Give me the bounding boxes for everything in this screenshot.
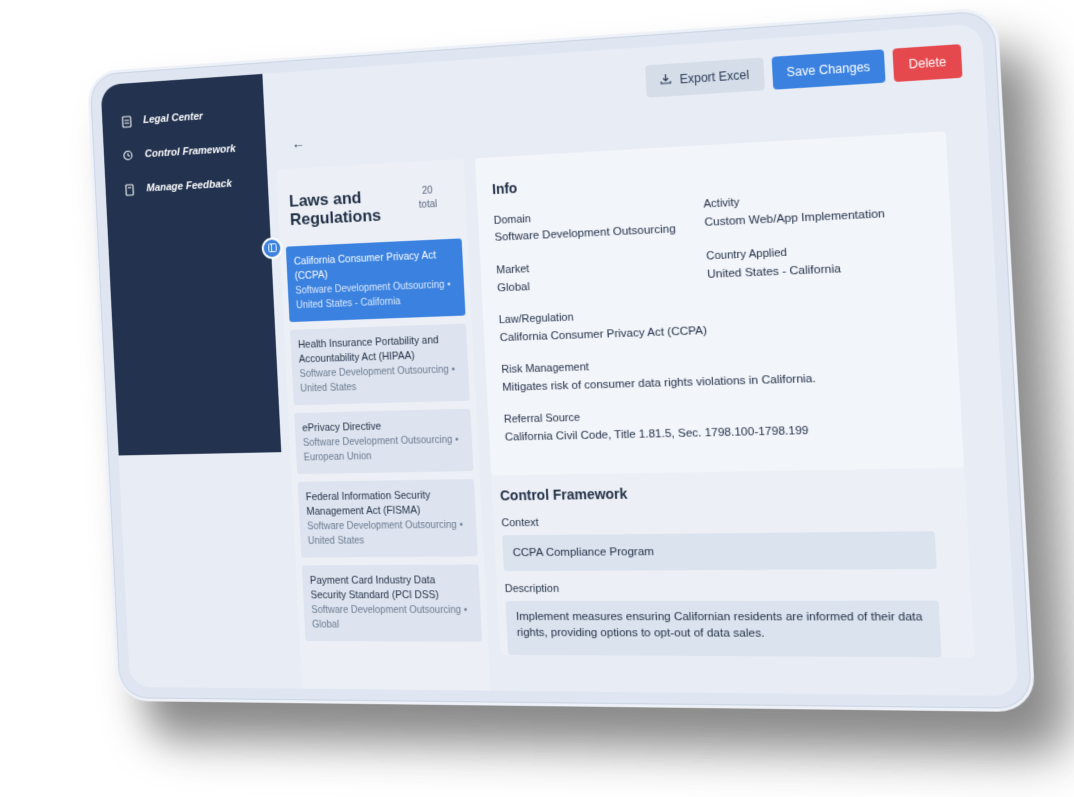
sidebar: Legal Center Control Framework Manage Fe… xyxy=(101,74,282,456)
risk-management-value: Mitigates risk of consumer data rights v… xyxy=(502,373,816,394)
save-changes-button[interactable]: Save Changes xyxy=(771,49,886,89)
activity-label: Activity xyxy=(703,197,740,211)
laws-list-header: Laws and Regulations 20 total xyxy=(276,159,467,247)
delete-button[interactable]: Delete xyxy=(893,44,963,82)
law-meta: Software Development Outsourcing • Europ… xyxy=(303,433,466,466)
market-value: Global xyxy=(497,281,530,294)
info-title: Info xyxy=(492,180,518,197)
law-meta: Software Development Outsourcing • Unite… xyxy=(299,362,461,396)
description-field[interactable]: Implement measures ensuring Californian … xyxy=(505,601,941,658)
domain-value: Software Development Outsourcing xyxy=(494,223,676,244)
tablet-frame: Legal Center Control Framework Manage Fe… xyxy=(87,7,1036,712)
law-name: Payment Card Industry Data Security Stan… xyxy=(310,573,473,603)
law-list-item[interactable]: California Consumer Privacy Act (CCPA) S… xyxy=(286,238,466,322)
law-meta: Software Development Outsourcing • Unite… xyxy=(307,518,470,549)
law-name: Federal Information Security Management … xyxy=(305,488,468,520)
laws-list-panel: Laws and Regulations 20 total California… xyxy=(276,159,490,695)
download-icon xyxy=(660,73,672,88)
country-value: United States - California xyxy=(707,263,841,281)
context-field[interactable]: CCPA Compliance Program xyxy=(502,531,937,571)
export-excel-label: Export Excel xyxy=(679,68,749,87)
context-label: Context xyxy=(501,517,539,529)
law-regulation-value: California Consumer Privacy Act (CCPA) xyxy=(499,325,707,344)
control-framework-title: Control Framework xyxy=(500,486,628,504)
law-list-item[interactable]: Payment Card Industry Data Security Stan… xyxy=(302,564,482,641)
panel-toggle-icon xyxy=(267,239,276,257)
description-label: Description xyxy=(505,583,560,595)
law-list-item[interactable]: Health Insurance Portability and Account… xyxy=(290,323,470,405)
sidebar-item-label: Control Framework xyxy=(145,143,236,160)
law-meta: Software Development Outsourcing • Globa… xyxy=(311,603,474,633)
toolbar: Export Excel Save Changes Delete xyxy=(645,44,962,98)
law-list-item[interactable]: ePrivacy Directive Software Development … xyxy=(294,409,473,475)
law-detail-panel: Info Domain Software Development Outsour… xyxy=(475,131,974,657)
sidebar-item-label: Manage Feedback xyxy=(146,178,232,194)
info-section: Info Domain Software Development Outsour… xyxy=(475,131,964,475)
referral-source-label: Referral Source xyxy=(504,412,581,426)
back-arrow-icon[interactable]: ← xyxy=(291,135,305,151)
domain-label: Domain xyxy=(493,213,531,227)
market-label: Market xyxy=(496,263,530,276)
laws-count-suffix: total xyxy=(413,198,442,213)
document-icon xyxy=(120,114,133,128)
stage: Legal Center Control Framework Manage Fe… xyxy=(0,0,1074,797)
risk-management-label: Risk Management xyxy=(501,361,589,376)
sidebar-item-label: Legal Center xyxy=(143,111,203,126)
activity-value: Custom Web/App Implementation xyxy=(704,208,885,229)
sidebar-toggle-button[interactable] xyxy=(261,237,282,259)
law-regulation-label: Law/Regulation xyxy=(499,311,574,326)
country-label: Country Applied xyxy=(706,247,787,263)
app-screen: Legal Center Control Framework Manage Fe… xyxy=(101,24,1019,696)
laws-count: 20 total xyxy=(413,184,443,213)
export-excel-button[interactable]: Export Excel xyxy=(645,57,764,97)
feedback-icon xyxy=(123,183,136,197)
law-meta: Software Development Outsourcing • Unite… xyxy=(295,277,457,313)
history-icon xyxy=(121,148,134,162)
referral-source-value: California Civil Code, Title 1.81.5, Sec… xyxy=(505,425,809,444)
law-list-item[interactable]: Federal Information Security Management … xyxy=(298,479,478,558)
laws-list-title: Laws and Regulations xyxy=(289,187,394,229)
